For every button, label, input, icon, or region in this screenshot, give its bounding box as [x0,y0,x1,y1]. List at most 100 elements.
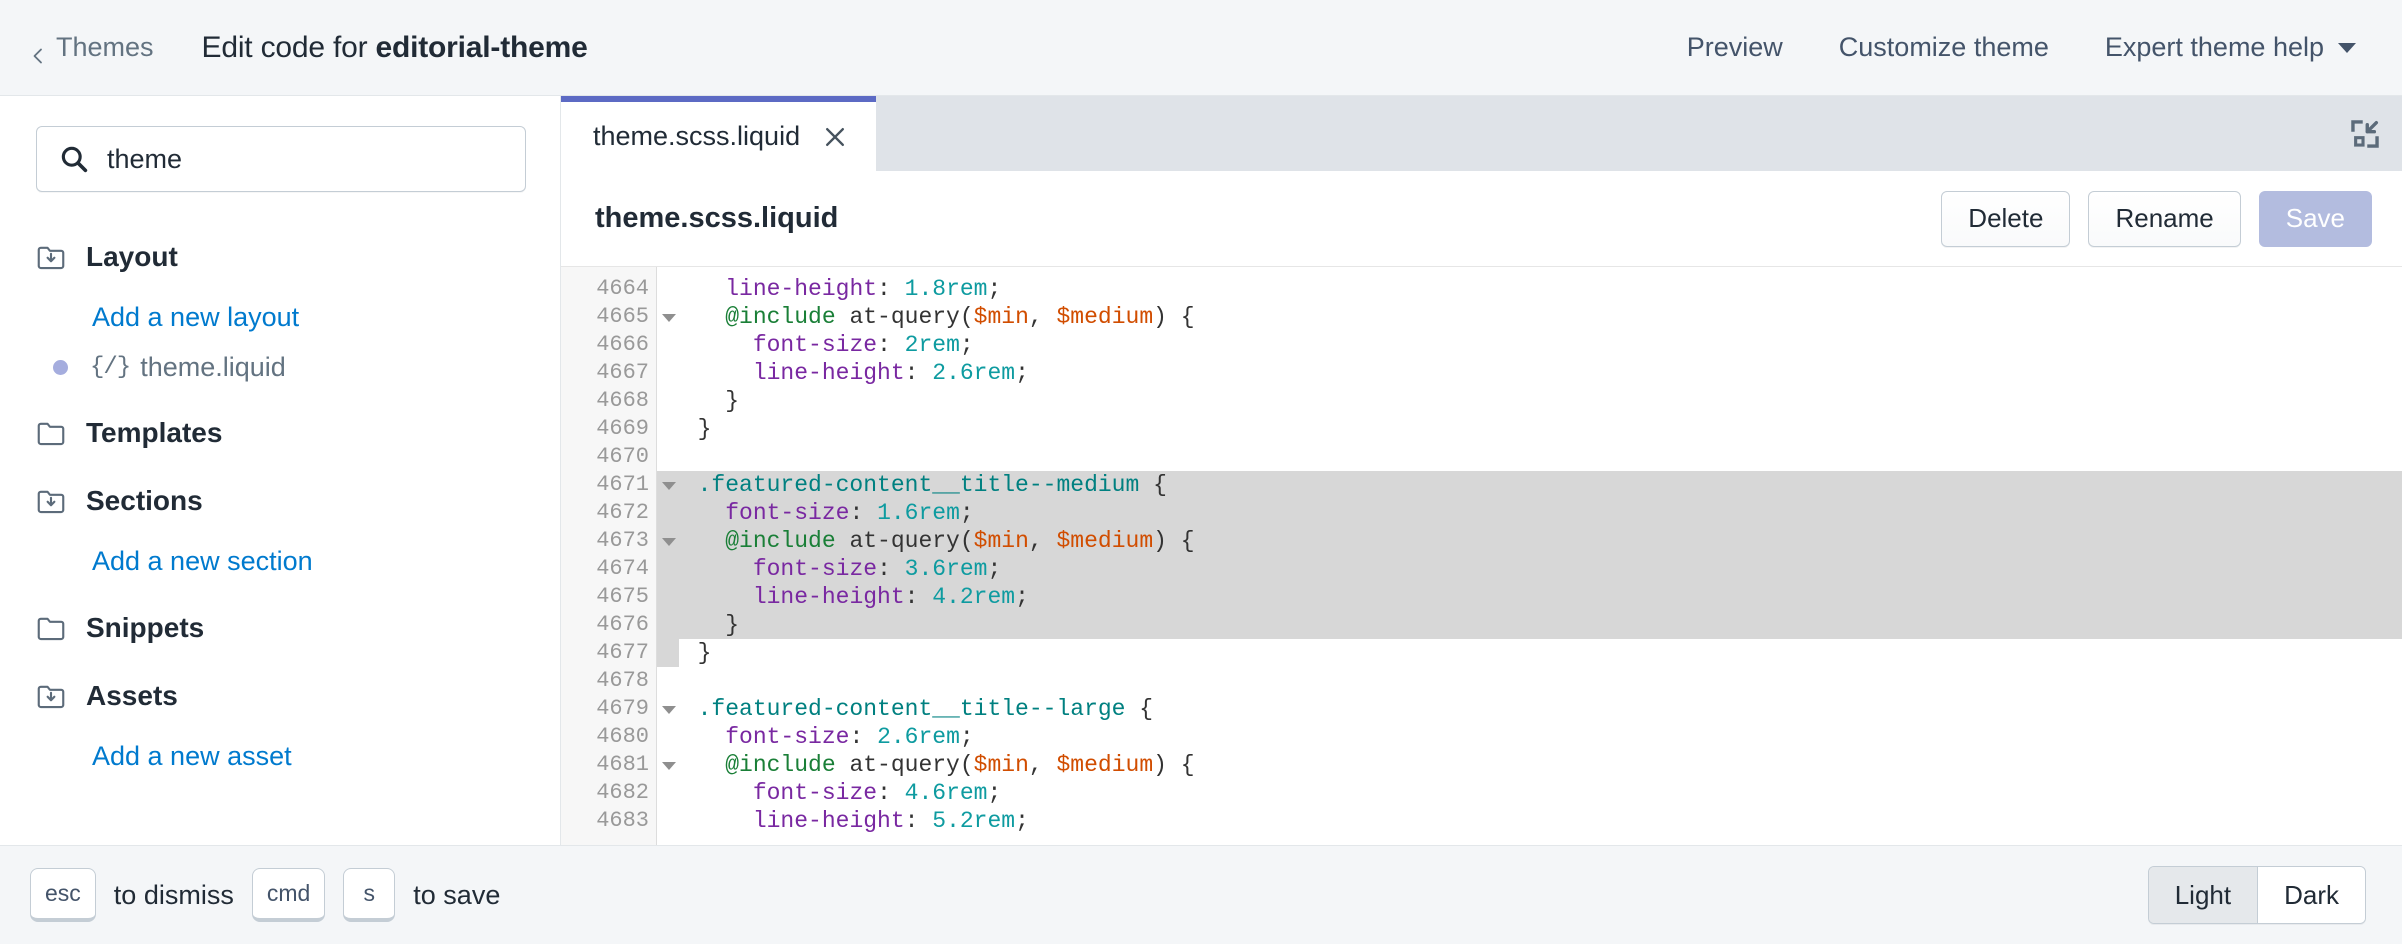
chevron-left-icon [30,40,46,56]
code-token: font-size [725,500,849,526]
search-box[interactable] [36,126,526,192]
save-button[interactable]: Save [2259,191,2372,247]
customize-theme-button[interactable]: Customize theme [1811,22,2077,73]
code-line[interactable]: .featured-content__title--medium { [657,471,2402,499]
preview-button[interactable]: Preview [1659,22,1811,73]
theme-option-dark[interactable]: Dark [2257,867,2365,923]
collapse-editor-button[interactable] [2327,96,2402,171]
code-line[interactable]: line-height: 4.2rem; [657,583,2402,611]
code-line[interactable]: } [657,387,2402,415]
folder-icon [36,418,66,448]
code-token: ; [988,556,1002,582]
spacer [0,528,560,536]
code-line[interactable]: } [657,415,2402,443]
code-line[interactable]: font-size: 1.6rem; [657,499,2402,527]
code-token: at-query( [836,304,974,330]
code-content[interactable]: line-height: 1.8rem; @include at-query($… [657,267,2402,845]
line-number: 4681 [561,751,656,779]
code-line[interactable]: line-height: 2.6rem; [657,359,2402,387]
code-line[interactable] [657,443,2402,471]
search-input[interactable] [107,144,507,175]
shortcut-save-text: to save [395,880,518,911]
rename-button[interactable]: Rename [2088,191,2240,247]
code-line[interactable]: } [657,611,2402,639]
search-wrapper [0,126,560,192]
code-token: ; [960,724,974,750]
code-token: .featured-content__title--medium [698,472,1140,498]
code-token: 3.6rem [905,556,988,582]
code-token: ) { [1153,752,1194,778]
sidebar-file-label: theme.liquid [140,352,286,383]
theme-code-editor-app: Themes Edit code for editorial-theme Pre… [0,0,2402,944]
unsaved-indicator-dot [53,360,68,375]
code-token: } [670,388,739,414]
expert-theme-help-menu[interactable]: Expert theme help [2077,22,2366,73]
code-line[interactable]: font-size: 4.6rem; [657,779,2402,807]
code-line[interactable]: } [657,639,2402,667]
tab-theme-scss-liquid[interactable]: theme.scss.liquid [561,96,876,171]
code-token: : [877,276,905,302]
spacer [0,655,560,669]
editor-theme-toggle: Light Dark [2148,866,2366,924]
sidebar-folder-sections[interactable]: Sections [0,474,560,528]
code-token: 2.6rem [932,360,1015,386]
line-number: 4669 [561,415,656,443]
file-tree-sidebar: Layout Add a new layout {/} theme.liquid [0,96,561,845]
fold-caret-icon[interactable] [662,762,676,770]
sidebar-folder-templates[interactable]: Templates [0,406,560,460]
sidebar-file-theme-liquid[interactable]: {/} theme.liquid [0,343,560,392]
code-token: : [905,808,933,834]
shortcut-dismiss-text: to dismiss [96,880,252,911]
line-number: 4682 [561,779,656,807]
page-title: Edit code for editorial-theme [202,31,588,65]
code-line[interactable]: line-height: 5.2rem; [657,807,2402,835]
folder-download-icon [36,486,66,516]
keycap-cmd: cmd [252,868,325,922]
theme-option-light[interactable]: Light [2149,867,2257,923]
file-tree: Layout Add a new layout {/} theme.liquid [0,230,560,782]
code-token: $min [974,752,1029,778]
code-token: } [670,416,711,442]
code-line[interactable]: .featured-content__title--large { [657,695,2402,723]
code-line[interactable]: @include at-query($min, $medium) { [657,751,2402,779]
spacer [0,284,560,292]
add-new-asset-link[interactable]: Add a new asset [0,731,560,782]
code-token: $medium [1057,304,1154,330]
code-token [670,528,725,554]
fold-caret-icon[interactable] [662,706,676,714]
fold-caret-icon[interactable] [662,314,676,322]
code-token: : [877,332,905,358]
code-line[interactable]: font-size: 2rem; [657,331,2402,359]
sidebar-folder-label: Layout [86,241,178,273]
code-line[interactable]: @include at-query($min, $medium) { [657,527,2402,555]
code-token: ) { [1153,304,1194,330]
fold-caret-icon[interactable] [662,482,676,490]
code-token: ) { [1153,528,1194,554]
delete-button[interactable]: Delete [1941,191,2070,247]
fold-caret-icon[interactable] [662,538,676,546]
close-icon[interactable] [822,124,848,150]
code-line[interactable]: @include at-query($min, $medium) { [657,303,2402,331]
back-to-themes-link[interactable]: Themes [30,32,158,63]
code-token: { [1125,696,1153,722]
line-number: 4683 [561,807,656,835]
code-line[interactable]: line-height: 1.8rem; [657,275,2402,303]
code-token: 2.6rem [877,724,960,750]
add-new-section-link[interactable]: Add a new section [0,536,560,587]
sidebar-folder-snippets[interactable]: Snippets [0,601,560,655]
code-editor[interactable]: 4664466546664667466846694670467146724673… [561,267,2402,845]
code-line[interactable]: font-size: 3.6rem; [657,555,2402,583]
code-token: 1.6rem [877,500,960,526]
code-file-icon: {/} [90,354,130,381]
code-token: , [1029,304,1057,330]
code-line[interactable] [657,667,2402,695]
code-token: line-height [753,808,905,834]
sidebar-folder-layout[interactable]: Layout [0,230,560,284]
add-new-layout-link[interactable]: Add a new layout [0,292,560,343]
folder-download-icon [36,242,66,272]
code-line[interactable]: font-size: 2.6rem; [657,723,2402,751]
code-token [670,808,753,834]
line-number: 4675 [561,583,656,611]
sidebar-folder-assets[interactable]: Assets [0,669,560,723]
tabstrip-spacer [876,96,2327,171]
